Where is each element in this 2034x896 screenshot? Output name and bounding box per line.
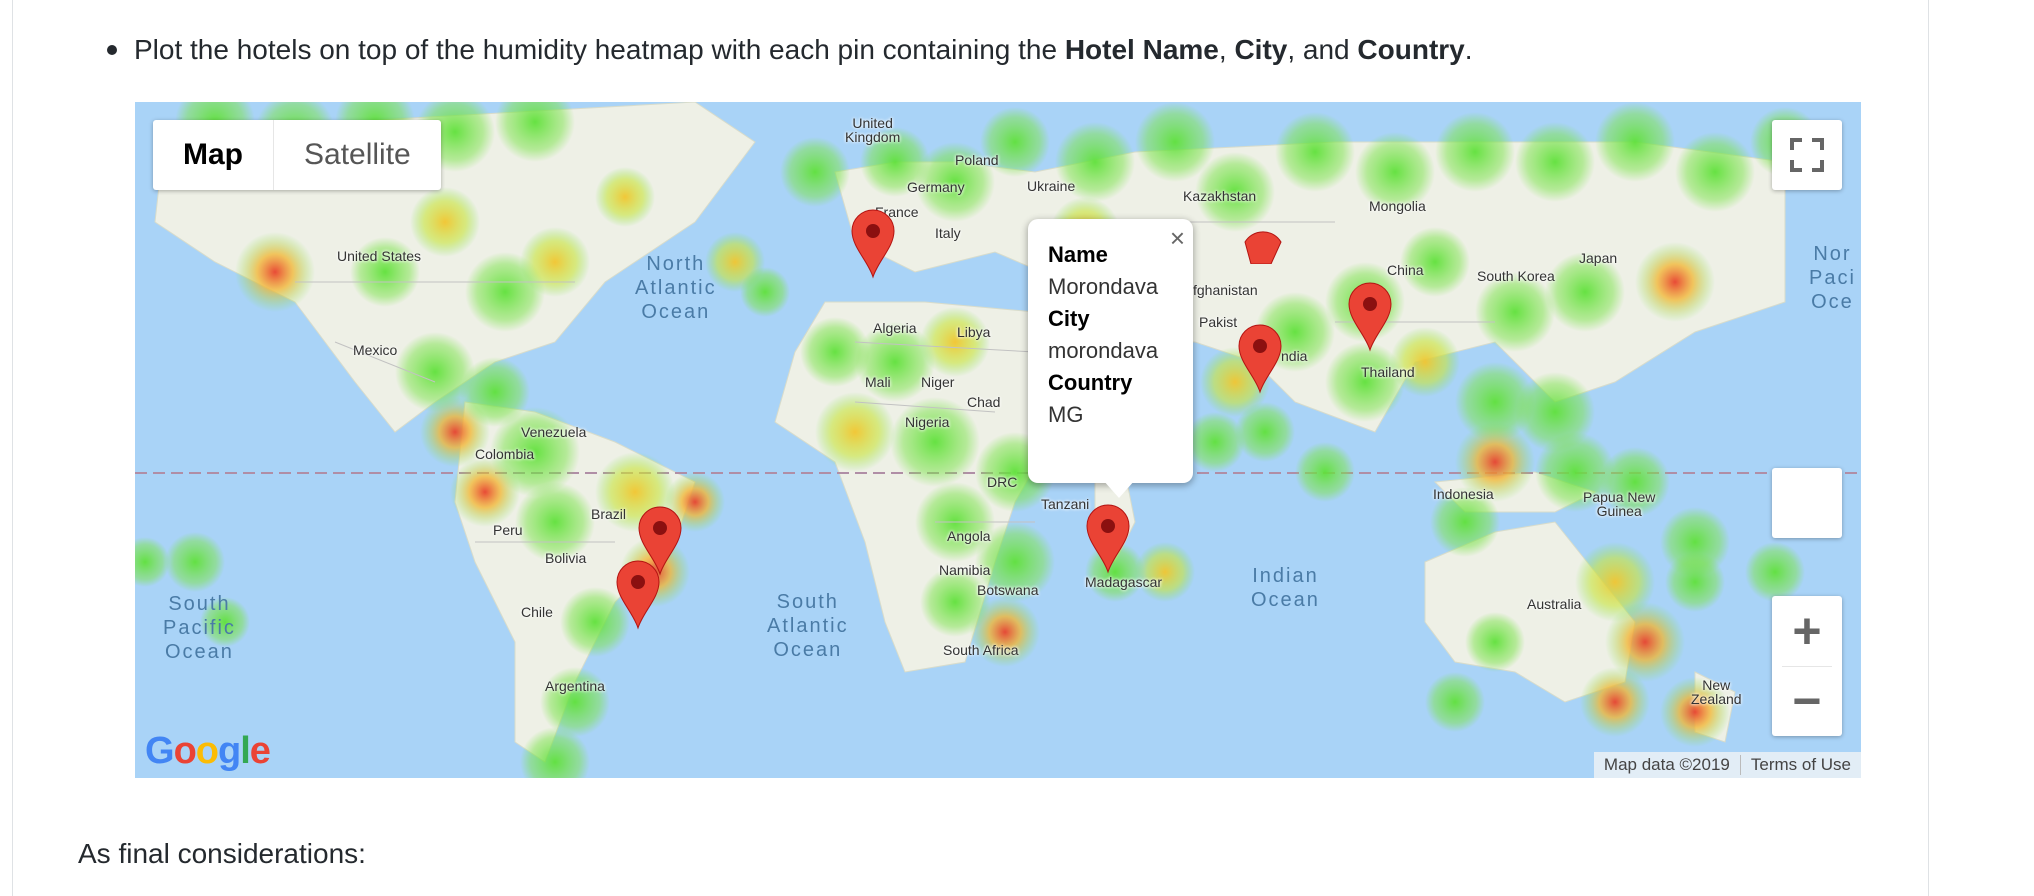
label-bolivia: Bolivia — [545, 550, 587, 566]
fullscreen-icon — [1790, 138, 1824, 172]
terms-of-use-link[interactable]: Terms of Use — [1741, 755, 1861, 775]
popup-country-value: MG — [1048, 402, 1084, 427]
label-papua-new-guinea: Papua New Guinea — [1583, 489, 1656, 519]
label-angola: Angola — [947, 528, 991, 544]
instruction-prefix: Plot the hotels on top of the humidity h… — [134, 34, 1065, 65]
label-indian-ocean: Indian Ocean — [1251, 565, 1320, 611]
label-chad: Chad — [967, 394, 1001, 410]
hotel-pin[interactable] — [850, 207, 896, 279]
map-type-map-button[interactable]: Map — [153, 120, 274, 190]
label-north-atlantic-ocean: North Atlantic Ocean — [635, 253, 717, 323]
label-china: China — [1387, 262, 1424, 278]
map-type-satellite-button[interactable]: Satellite — [274, 120, 441, 190]
label-drc: DRC — [987, 474, 1018, 490]
label-madagascar: Madagascar — [1085, 574, 1163, 590]
label-namibia: Namibia — [939, 562, 991, 578]
bold-city: City — [1234, 34, 1288, 65]
label-australia: Australia — [1527, 596, 1582, 612]
google-map[interactable]: United Kingdom Poland Germany Ukraine Fra… — [135, 102, 1861, 778]
close-icon[interactable]: × — [1170, 223, 1185, 254]
hotel-pin[interactable] — [1237, 322, 1283, 394]
popup-name-label: Name — [1048, 242, 1108, 267]
info-window: × Name Morondava City morondava Country … — [1028, 219, 1193, 483]
zoom-control: + − — [1772, 596, 1842, 736]
label-thailand: Thailand — [1361, 364, 1415, 380]
label-botswana: Botswana — [977, 582, 1039, 598]
fullscreen-button[interactable] — [1772, 120, 1842, 190]
label-new-zealand: New Zealand — [1691, 677, 1742, 707]
label-chile: Chile — [521, 604, 553, 620]
label-mexico: Mexico — [353, 342, 398, 358]
comma: , — [1218, 34, 1235, 65]
label-south-korea: South Korea — [1477, 268, 1555, 284]
hotel-pin[interactable] — [1347, 280, 1393, 352]
label-venezuela: Venezuela — [521, 424, 587, 440]
popup-city-value: morondava — [1048, 338, 1159, 363]
google-logo[interactable]: Google — [145, 730, 271, 773]
instruction-text: Plot the hotels on top of the humidity h… — [134, 30, 1473, 70]
label-mali: Mali — [865, 374, 891, 390]
map-attribution: Map data ©2019 Terms of Use — [1593, 752, 1861, 778]
label-libya: Libya — [957, 324, 991, 340]
label-south-atlantic-ocean: South Atlantic Ocean — [767, 591, 849, 661]
document-right-border — [1928, 0, 1929, 896]
label-poland: Poland — [955, 152, 999, 168]
map-type-control: Map Satellite — [153, 120, 441, 190]
popup-city-label: City — [1048, 306, 1090, 331]
map-data-credit: Map data ©2019 — [1603, 755, 1730, 774]
label-afghanistan: fghanistan — [1193, 282, 1258, 298]
label-algeria: Algeria — [873, 320, 917, 336]
label-north-pacific-ocean: Nor Paci Oce — [1809, 243, 1856, 313]
label-united-kingdom: United Kingdom — [845, 115, 901, 145]
label-colombia: Colombia — [475, 446, 535, 462]
label-nigeria: Nigeria — [905, 414, 950, 430]
hotel-pin[interactable] — [615, 558, 661, 630]
bullet-point — [107, 45, 117, 55]
label-japan: Japan — [1579, 250, 1618, 266]
label-ukraine: Ukraine — [1027, 178, 1076, 194]
label-india: ndia — [1281, 348, 1308, 364]
label-germany: Germany — [907, 179, 965, 195]
popup-country-label: Country — [1048, 370, 1133, 395]
hotel-pin-morondava[interactable] — [1085, 502, 1131, 574]
hotel-pin[interactable] — [1241, 224, 1287, 264]
info-window-tail — [1103, 480, 1135, 498]
label-pakistan: Pakist — [1199, 314, 1238, 330]
and-text: , and — [1287, 34, 1358, 65]
label-brazil: Brazil — [591, 506, 627, 522]
map-canvas — [135, 102, 1861, 778]
document-left-border — [12, 0, 13, 896]
label-south-africa: South Africa — [943, 642, 1019, 658]
label-argentina: Argentina — [545, 678, 605, 694]
label-italy: Italy — [935, 225, 961, 241]
label-united-states: United States — [337, 248, 422, 264]
zoom-out-button[interactable]: − — [1772, 666, 1842, 736]
label-niger: Niger — [921, 374, 955, 390]
popup-name-value: Morondava — [1048, 274, 1159, 299]
label-peru: Peru — [493, 522, 523, 538]
zoom-in-button[interactable]: + — [1772, 596, 1842, 666]
final-considerations-text: As final considerations: — [78, 838, 366, 869]
label-mongolia: Mongolia — [1369, 198, 1426, 214]
bold-country: Country — [1357, 34, 1465, 65]
period: . — [1464, 34, 1473, 65]
label-kazakhstan: Kazakhstan — [1183, 188, 1257, 204]
label-indonesia: Indonesia — [1433, 486, 1494, 502]
label-south-pacific-ocean: South Pacific Ocean — [163, 593, 236, 663]
label-tanzania: Tanzani — [1041, 496, 1090, 512]
bold-hotel-name: Hotel Name — [1064, 34, 1219, 65]
street-view-control[interactable] — [1772, 468, 1842, 538]
